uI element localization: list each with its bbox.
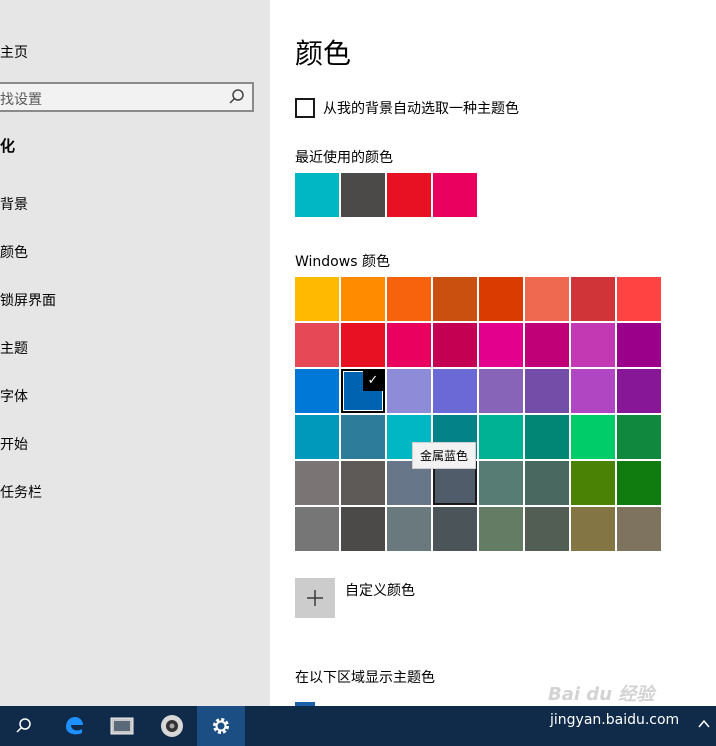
auto-pick-checkbox[interactable] <box>295 98 315 118</box>
windows-color-swatch[interactable] <box>387 323 431 367</box>
windows-color-swatch[interactable] <box>341 461 385 505</box>
recent-color-swatch[interactable] <box>433 173 477 217</box>
windows-color-swatch[interactable] <box>571 323 615 367</box>
settings-icon <box>213 718 229 734</box>
sidebar-item-taskbar[interactable]: 任务栏 <box>0 482 42 502</box>
recent-colors-row <box>295 173 477 217</box>
sidebar-item-lock-screen[interactable]: 锁屏界面 <box>0 290 56 310</box>
windows-color-swatch[interactable] <box>479 415 523 459</box>
windows-color-swatch[interactable] <box>295 277 339 321</box>
search-icon <box>16 718 31 733</box>
baidu-watermark: Bai du 经验 <box>548 680 708 706</box>
windows-color-swatch[interactable] <box>617 415 661 459</box>
sidebar-item-themes[interactable]: 主题 <box>0 338 28 358</box>
checkmark-icon: ✓ <box>363 371 383 391</box>
auto-pick-checkbox-row[interactable]: 从我的背景自动选取一种主题色 <box>295 98 519 118</box>
sidebar-item-fonts[interactable]: 字体 <box>0 386 28 406</box>
sidebar-item-start[interactable]: 开始 <box>0 434 28 454</box>
windows-color-swatch[interactable] <box>571 507 615 551</box>
windows-color-swatch[interactable]: ✓ <box>341 369 385 413</box>
windows-color-swatch[interactable] <box>571 369 615 413</box>
windows-color-swatch[interactable] <box>479 369 523 413</box>
windows-color-swatch[interactable] <box>387 507 431 551</box>
windows-color-swatch[interactable] <box>525 369 569 413</box>
windows-color-swatch[interactable] <box>617 507 661 551</box>
search-icon[interactable] <box>228 88 246 106</box>
windows-color-swatch[interactable] <box>571 461 615 505</box>
windows-color-swatch[interactable] <box>433 323 477 367</box>
edge-icon <box>66 717 83 735</box>
windows-color-swatch[interactable] <box>341 507 385 551</box>
windows-color-swatch[interactable] <box>295 323 339 367</box>
windows-color-swatch[interactable] <box>433 507 477 551</box>
recent-color-swatch[interactable] <box>341 173 385 217</box>
windows-color-swatch[interactable] <box>295 369 339 413</box>
color-tooltip: 金属蓝色 <box>412 442 477 469</box>
taskbar-edge-button[interactable] <box>50 706 98 746</box>
watermark-url: jingyan.baidu.com <box>550 712 680 728</box>
windows-color-swatch[interactable] <box>525 461 569 505</box>
windows-color-swatch[interactable] <box>479 323 523 367</box>
chevron-up-icon[interactable] <box>696 716 712 732</box>
windows-color-swatch[interactable] <box>295 415 339 459</box>
recent-color-swatch[interactable] <box>387 173 431 217</box>
windows-color-swatch[interactable] <box>525 277 569 321</box>
windows-color-swatch[interactable] <box>617 369 661 413</box>
search-input[interactable]: 找设置 <box>0 82 254 112</box>
file-explorer-icon <box>110 717 134 735</box>
sidebar-item-background[interactable]: 背景 <box>0 194 28 214</box>
settings-sidebar: 主页 找设置 化 背景 颜色 锁屏界面 主题 字体 开始 任务栏 <box>0 0 270 706</box>
windows-color-swatch[interactable] <box>571 415 615 459</box>
auto-pick-label: 从我的背景自动选取一种主题色 <box>323 101 519 117</box>
search-placeholder: 找设置 <box>0 92 42 108</box>
section-title: 化 <box>0 137 16 155</box>
recent-colors-label: 最近使用的颜色 <box>295 150 393 166</box>
watermark-logo: Bai du 经验 <box>548 684 655 705</box>
windows-color-swatch[interactable] <box>571 277 615 321</box>
windows-color-swatch[interactable] <box>341 277 385 321</box>
recent-color-swatch[interactable] <box>295 173 339 217</box>
taskbar-settings-button[interactable] <box>197 706 245 746</box>
windows-color-swatch[interactable] <box>525 323 569 367</box>
plus-icon <box>307 590 323 606</box>
windows-color-swatch[interactable] <box>341 323 385 367</box>
sidebar-home[interactable]: 主页 <box>0 42 28 62</box>
windows-color-swatch[interactable] <box>341 415 385 459</box>
taskbar-photo-button[interactable] <box>148 706 196 746</box>
page-title: 颜色 <box>295 37 352 70</box>
taskbar-explorer-button[interactable] <box>98 706 146 746</box>
sidebar-item-colors[interactable]: 颜色 <box>0 242 28 262</box>
windows-colors-grid: ✓ <box>295 277 661 551</box>
windows-color-swatch[interactable] <box>479 461 523 505</box>
windows-color-swatch[interactable] <box>433 369 477 413</box>
windows-color-swatch[interactable] <box>479 507 523 551</box>
windows-color-swatch[interactable] <box>617 461 661 505</box>
windows-colors-label: Windows 颜色 <box>295 254 390 270</box>
custom-color-label[interactable]: 自定义颜色 <box>345 580 415 600</box>
windows-color-swatch[interactable] <box>479 277 523 321</box>
windows-color-swatch[interactable] <box>295 461 339 505</box>
taskbar-search-button[interactable] <box>0 706 48 746</box>
photo-viewer-icon <box>161 715 183 737</box>
windows-color-swatch[interactable] <box>387 369 431 413</box>
windows-color-swatch[interactable] <box>387 277 431 321</box>
windows-color-swatch[interactable] <box>295 507 339 551</box>
windows-color-swatch[interactable] <box>617 277 661 321</box>
windows-color-swatch[interactable] <box>617 323 661 367</box>
show-accent-label: 在以下区域显示主题色 <box>295 670 435 686</box>
custom-color-button[interactable] <box>295 578 335 618</box>
windows-color-swatch[interactable] <box>433 277 477 321</box>
colors-page: 颜色 从我的背景自动选取一种主题色 最近使用的颜色 Windows 颜色 ✓ 金… <box>270 0 716 706</box>
windows-color-swatch[interactable] <box>525 415 569 459</box>
windows-color-swatch[interactable] <box>525 507 569 551</box>
